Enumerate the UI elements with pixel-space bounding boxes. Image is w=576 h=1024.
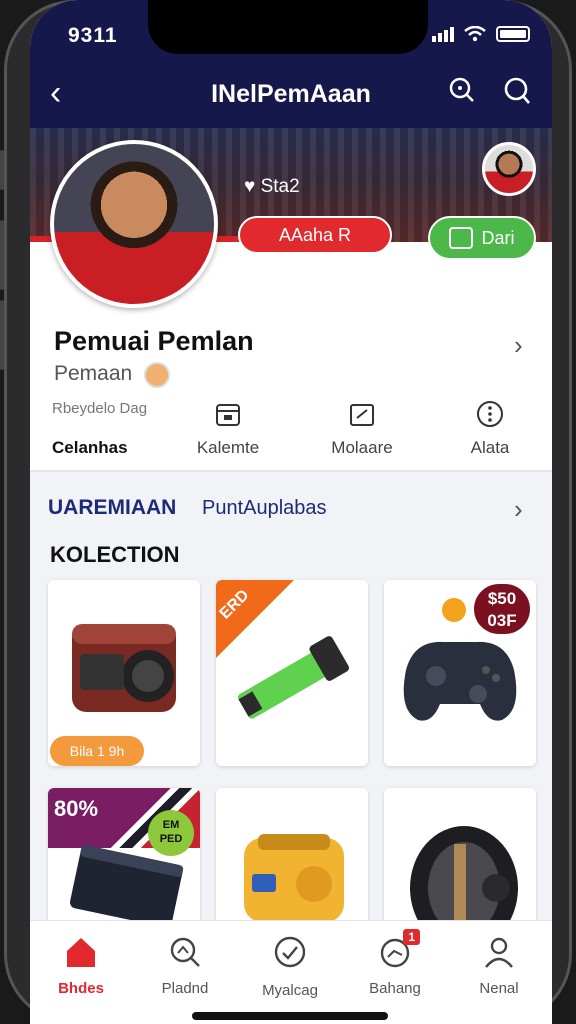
price-badge: $50 03F <box>474 584 530 634</box>
collection-title: KOLECTION <box>50 542 180 567</box>
card-ribbon-text: ERD <box>216 586 253 623</box>
bottom-nav-search[interactable]: Pladnd <box>140 935 230 997</box>
stat-value: Sta2 <box>260 176 300 197</box>
heart-icon: ♥ <box>244 176 256 197</box>
bottom-nav-label: Myalcag <box>262 982 318 999</box>
home-indicator <box>192 1012 388 1020</box>
home-icon <box>67 938 95 967</box>
notification-badge: 1 <box>403 929 420 945</box>
product-card-gpu[interactable]: ERD <box>216 580 368 766</box>
chevron-right-icon[interactable]: › <box>514 330 523 361</box>
status-icons <box>432 26 530 42</box>
signal-icon <box>432 26 454 42</box>
notch <box>148 0 428 54</box>
profile-name: Pemuai Pemlan <box>54 326 254 356</box>
more-icon <box>477 401 503 427</box>
status-time: 9311 <box>68 24 118 47</box>
tab-alata[interactable]: Alata <box>430 400 550 458</box>
tab-kalemte[interactable]: Kalemte <box>168 400 288 458</box>
calendar-icon <box>216 404 240 426</box>
bottom-nav-label: Bhdes <box>58 980 104 997</box>
top-nav: ‹ INelPemAaan <box>30 58 552 128</box>
profile-icon <box>485 937 513 968</box>
tab-molaare[interactable]: Molaare <box>302 400 422 458</box>
primary-action-button[interactable]: AAaha R <box>238 216 392 254</box>
tab-label: Kalemte <box>196 438 260 457</box>
divider <box>30 470 552 472</box>
chevron-right-icon[interactable]: › <box>514 494 523 525</box>
bottom-nav-profile[interactable]: Nenal <box>454 935 544 997</box>
secondary-action-label: Dari <box>481 227 515 248</box>
wifi-icon <box>464 26 486 42</box>
product-card-speaker[interactable]: Bila 1 9h <box>48 580 200 766</box>
tab-celanhas[interactable]: Celanhas <box>32 400 152 458</box>
status-bar: 9311 <box>30 0 552 58</box>
bottom-nav-label: Bahang <box>369 980 421 997</box>
battery-icon <box>496 26 530 42</box>
avatar[interactable] <box>50 140 218 308</box>
bottom-nav-home[interactable]: Bhdes <box>36 935 126 997</box>
edit-icon <box>350 404 374 426</box>
emoji-icon <box>144 362 170 388</box>
bottom-nav-label: Nenal <box>479 980 519 997</box>
bottom-nav-chat[interactable]: Myalcag <box>245 935 335 999</box>
ticket-icon <box>449 227 474 249</box>
chat-icon <box>274 936 306 968</box>
stat-label: ♥ Sta2 <box>244 176 300 198</box>
section-title: UAREMIAAN <box>48 496 177 519</box>
tab-label: Alata <box>470 438 510 457</box>
product-card-gamepad[interactable]: $50 03F <box>384 580 536 766</box>
profile-tabs: Celanhas Kalemte Molaare Alata <box>30 400 552 470</box>
user-icon[interactable] <box>502 76 532 106</box>
secondary-action-button[interactable]: Dari <box>428 216 536 260</box>
bottom-nav: Bhdes Pladnd Myalcag 1 Bahang Nenal <box>30 920 552 1024</box>
search-icon <box>170 937 200 967</box>
profile-subtitle: Pemaan <box>54 362 133 385</box>
search-icon[interactable] <box>448 76 476 104</box>
section-subtitle[interactable]: PuntAuplabas <box>202 497 327 520</box>
bottom-nav-notifications[interactable]: 1 Bahang <box>350 929 440 997</box>
bottom-nav-label: Pladnd <box>161 980 209 997</box>
screen: 9311 ‹ INelPemAaan ♥ Sta2 AAaha R Dari P… <box>30 0 552 1024</box>
card-tag: Bila 1 9h <box>50 736 144 766</box>
tab-label: Molaare <box>331 438 393 457</box>
tab-label: Celanhas <box>52 438 128 457</box>
speaker-icon <box>72 624 176 712</box>
small-avatar[interactable] <box>482 142 536 196</box>
